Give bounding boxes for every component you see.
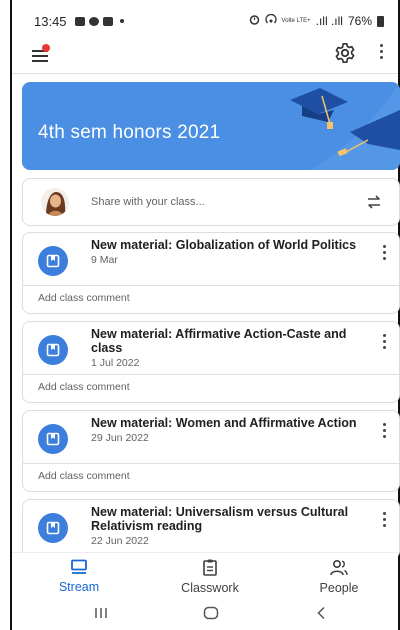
post-card[interactable]: New material: Affirmative Action-Caste a…: [22, 321, 400, 403]
post-title-text: New material: Affirmative Action-Caste a…: [91, 327, 347, 355]
share-placeholder: Share with your class...: [91, 196, 205, 208]
post-card[interactable]: New material: Women and Affirmative Acti…: [22, 410, 400, 492]
post-divider: [23, 285, 399, 286]
post-title-text: New material: Women and Affirmative Acti…: [91, 416, 357, 430]
post-divider: [23, 463, 399, 464]
menu-icon-line: [32, 60, 48, 62]
bookmark-icon: [38, 424, 68, 454]
nav-classwork-label: Classwork: [181, 581, 239, 595]
post-title: New material: Affirmative Action-Caste a…: [91, 327, 361, 370]
nav-classwork[interactable]: Classwork: [155, 559, 265, 595]
repost-icon[interactable]: [365, 193, 383, 216]
share-with-class-box[interactable]: Share with your class...: [22, 178, 400, 226]
nav-stream-label: Stream: [58, 580, 100, 594]
post-title: New material: Women and Affirmative Acti…: [91, 416, 361, 445]
gear-icon[interactable]: [334, 42, 356, 64]
recent-apps-icon[interactable]: [94, 606, 108, 624]
network-type-text: Volte LTE+: [281, 18, 311, 24]
add-class-comment-link[interactable]: Add class comment: [38, 470, 130, 482]
battery-icon: [377, 15, 384, 27]
nav-people[interactable]: People: [284, 559, 394, 595]
status-right: Volte LTE+ .ıll .ıll 76%: [249, 13, 384, 28]
post-card[interactable]: New material: Globalization of World Pol…: [22, 232, 400, 314]
signal-strength-text: .ıll .ıll: [315, 14, 343, 28]
phone-screen: 13:45 Volte LTE+ .ıll .ıll 76% 4th sem h…: [10, 0, 400, 630]
people-icon: [329, 559, 349, 579]
bottom-navigation: Stream Classwork People: [12, 552, 398, 602]
avatar: [41, 188, 69, 216]
classwork-icon: [201, 559, 219, 579]
graduation-cap-illustration: [290, 82, 400, 170]
menu-button[interactable]: [30, 44, 52, 62]
alarm-icon: [249, 14, 260, 28]
menu-icon-line: [32, 55, 48, 57]
nav-stream[interactable]: Stream: [24, 559, 134, 594]
bookmark-icon: [38, 335, 68, 365]
bookmark-icon: [38, 513, 68, 543]
gallery-notification-icon: [74, 16, 85, 26]
app-bar-divider: [12, 73, 398, 74]
battery-percent: 76%: [347, 14, 372, 28]
status-time: 13:45: [34, 13, 67, 29]
notification-dot: [42, 44, 50, 52]
class-banner[interactable]: 4th sem honors 2021: [22, 82, 400, 170]
post-date: 22 Jun 2022: [91, 535, 149, 547]
more-notifications-icon: [119, 19, 124, 23]
post-title: New material: Universalism versus Cultur…: [91, 505, 361, 548]
more-vert-icon[interactable]: [379, 334, 389, 352]
more-vert-icon[interactable]: [379, 512, 389, 530]
post-card[interactable]: New material: Universalism versus Cultur…: [22, 499, 400, 559]
home-icon[interactable]: [203, 606, 219, 625]
add-class-comment-link[interactable]: Add class comment: [38, 381, 130, 393]
post-title-text: New material: Globalization of World Pol…: [91, 238, 357, 252]
add-class-comment-link[interactable]: Add class comment: [38, 292, 130, 304]
more-vert-icon[interactable]: [376, 44, 386, 62]
post-date: 29 Jun 2022: [91, 432, 149, 444]
post-title-text: New material: Universalism versus Cultur…: [91, 505, 349, 533]
post-title: New material: Globalization of World Pol…: [91, 238, 361, 267]
more-vert-icon[interactable]: [379, 245, 389, 263]
stream-icon: [69, 559, 89, 578]
class-title: 4th sem honors 2021: [38, 122, 221, 143]
bookmark-icon: [38, 246, 68, 276]
message-notification-icon: [88, 16, 99, 26]
more-vert-icon[interactable]: [379, 423, 389, 441]
post-divider: [23, 374, 399, 375]
status-left: 13:45: [34, 14, 124, 29]
system-navigation-bar: [12, 602, 398, 630]
back-icon[interactable]: [316, 606, 326, 625]
hotspot-icon: [264, 13, 277, 28]
post-date: 1 Jul 2022: [91, 357, 140, 369]
post-date: 9 Mar: [91, 254, 118, 266]
status-bar: 13:45 Volte LTE+ .ıll .ıll 76%: [12, 0, 398, 42]
chat-notification-icon: [102, 16, 113, 26]
app-bar: [12, 40, 398, 70]
nav-people-label: People: [319, 581, 359, 595]
